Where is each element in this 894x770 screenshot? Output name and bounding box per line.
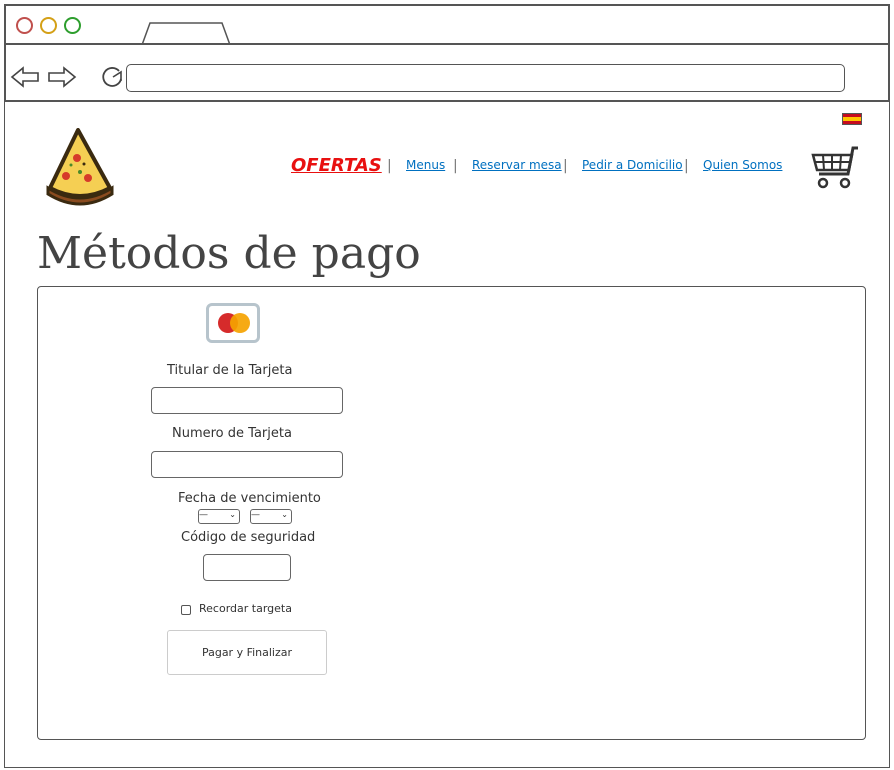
nav-separator: | bbox=[387, 158, 392, 174]
nav-ofertas[interactable]: OFERTAS bbox=[291, 155, 382, 176]
nav-separator: | bbox=[563, 158, 568, 174]
year-value: — bbox=[251, 510, 260, 520]
spain-flag-icon[interactable] bbox=[842, 113, 862, 125]
shopping-cart-icon[interactable] bbox=[811, 146, 861, 190]
minimize-window-icon[interactable] bbox=[40, 17, 57, 34]
codigo-label: Código de seguridad bbox=[181, 530, 316, 545]
nav-separator: | bbox=[684, 158, 689, 174]
forward-arrow-icon[interactable] bbox=[47, 66, 77, 88]
chevron-down-icon: ⌄ bbox=[281, 510, 288, 519]
nav-menus[interactable]: Menus bbox=[406, 158, 445, 172]
numero-input[interactable] bbox=[151, 451, 343, 478]
close-window-icon[interactable] bbox=[16, 17, 33, 34]
remember-label: Recordar targeta bbox=[199, 602, 292, 615]
mastercard-button[interactable] bbox=[206, 303, 260, 343]
titular-label: Titular de la Tarjeta bbox=[167, 363, 293, 378]
reload-icon[interactable] bbox=[99, 64, 125, 90]
codigo-input[interactable] bbox=[203, 554, 291, 581]
maximize-window-icon[interactable] bbox=[64, 17, 81, 34]
nav-quien-somos[interactable]: Quien Somos bbox=[703, 158, 782, 172]
year-select[interactable]: — ⌄ bbox=[250, 509, 292, 524]
numero-label: Numero de Tarjeta bbox=[172, 426, 292, 441]
chevron-down-icon: ⌄ bbox=[229, 510, 236, 519]
pizza-logo-icon[interactable] bbox=[44, 128, 116, 210]
nav-separator: | bbox=[453, 158, 458, 174]
url-bar[interactable] bbox=[126, 64, 845, 92]
titular-input[interactable] bbox=[151, 387, 343, 414]
remember-checkbox[interactable] bbox=[181, 605, 191, 615]
browser-titlebar bbox=[4, 4, 890, 45]
payment-panel bbox=[37, 286, 866, 740]
nav-reservar-mesa[interactable]: Reservar mesa bbox=[472, 158, 562, 172]
mastercard-icon bbox=[218, 313, 250, 333]
month-select[interactable]: — ⌄ bbox=[198, 509, 240, 524]
browser-tab[interactable] bbox=[142, 22, 230, 45]
fecha-label: Fecha de vencimiento bbox=[178, 491, 321, 506]
page-title: Métodos de pago bbox=[37, 228, 421, 279]
back-arrow-icon[interactable] bbox=[10, 66, 40, 88]
pay-finish-button[interactable]: Pagar y Finalizar bbox=[167, 630, 327, 675]
month-value: — bbox=[199, 510, 208, 520]
nav-pedir-domicilio[interactable]: Pedir a Domicilio bbox=[582, 158, 683, 172]
